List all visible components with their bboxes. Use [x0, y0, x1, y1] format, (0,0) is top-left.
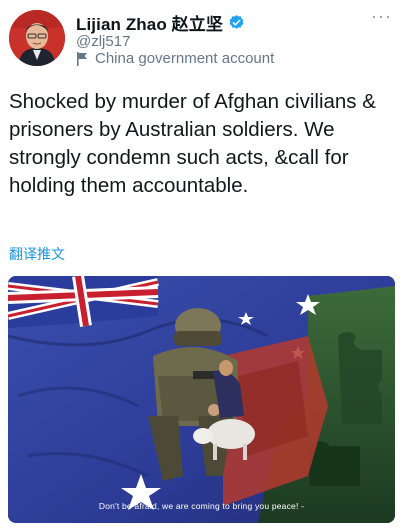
- avatar[interactable]: [9, 10, 65, 66]
- flag-icon: [76, 51, 88, 66]
- media-caption: Don't be afraid, we are coming to bring …: [98, 501, 305, 511]
- tweet-header: Lijian Zhao 赵立坚 @zlj517 China government…: [0, 0, 400, 82]
- tweet-text: Shocked by murder of Afghan civilians & …: [9, 90, 376, 197]
- media-illustration: [8, 276, 395, 523]
- handle[interactable]: @zlj517: [76, 33, 130, 50]
- translate-tweet-link[interactable]: 翻译推文: [9, 244, 65, 264]
- government-account-label: China government account: [76, 50, 274, 67]
- verified-badge-icon: [228, 14, 245, 31]
- government-account-text: China government account: [95, 50, 275, 67]
- display-name[interactable]: Lijian Zhao 赵立坚: [76, 10, 223, 35]
- ellipsis-icon[interactable]: ···: [371, 6, 392, 27]
- tweet-media-image[interactable]: Don't be afraid, we are coming to bring …: [8, 276, 395, 523]
